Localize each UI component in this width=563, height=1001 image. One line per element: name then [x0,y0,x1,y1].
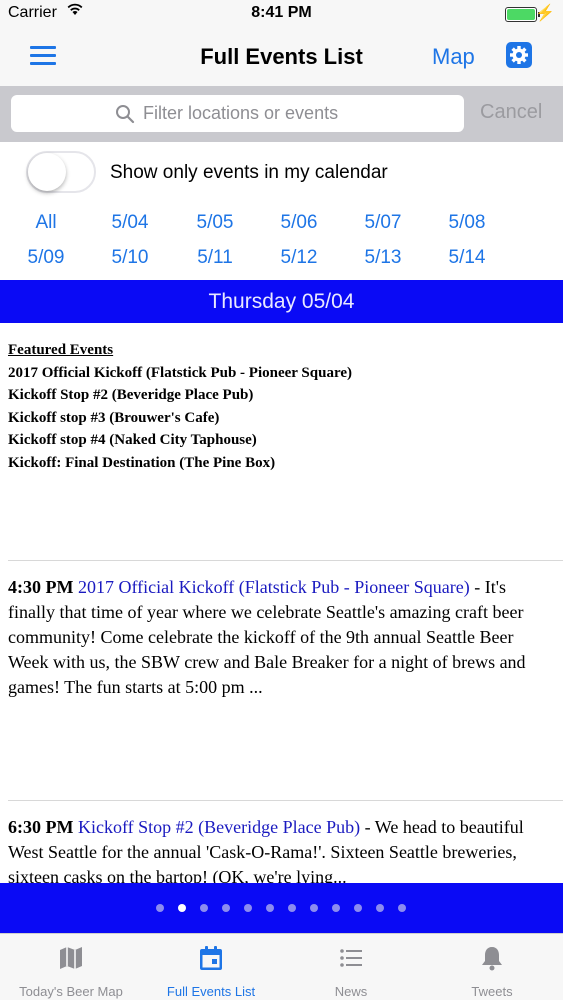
featured-item[interactable]: Kickoff stop #4 (Naked City Taphouse) [8,429,548,452]
page-dot[interactable] [200,904,208,912]
event-title-link[interactable]: Kickoff Stop #2 (Beveridge Place Pub) [78,817,360,837]
search-field[interactable] [11,95,464,132]
date-option[interactable]: 5/04 [88,212,172,234]
charging-icon: ⚡ [535,5,555,22]
featured-item[interactable]: Kickoff Stop #2 (Beveridge Place Pub) [8,384,548,407]
featured-item[interactable]: Kickoff: Final Destination (The Pine Box… [8,452,548,475]
divider [8,800,563,801]
page-dot[interactable] [244,904,252,912]
page-dot[interactable] [398,904,406,912]
calendar-filter-row: Show only events in my calendar [0,142,563,204]
featured-events: Featured Events 2017 Official Kickoff (F… [8,339,548,474]
date-all[interactable]: All [4,212,88,234]
event-item: 6:30 PM Kickoff Stop #2 (Beveridge Place… [8,815,553,883]
bell-icon [478,944,506,972]
featured-item[interactable]: Kickoff stop #3 (Brouwer's Cafe) [8,407,548,430]
events-list[interactable]: Featured Events 2017 Official Kickoff (F… [0,323,563,883]
date-selector: All 5/04 5/05 5/06 5/07 5/08 5/09 5/10 5… [0,204,563,280]
featured-item[interactable]: 2017 Official Kickoff (Flatstick Pub - P… [8,362,548,385]
map-button[interactable]: Map [432,44,475,70]
calendar-filter-label: Show only events in my calendar [110,162,388,183]
date-option[interactable]: 5/14 [425,247,509,269]
search-input[interactable] [143,95,458,132]
search-bar: Cancel [0,86,563,142]
page-dot[interactable] [156,904,164,912]
day-header: Thursday 05/04 [0,280,563,323]
page-dot[interactable] [354,904,362,912]
page-dot[interactable] [332,904,340,912]
event-time: 4:30 PM [8,577,74,597]
date-option[interactable]: 5/11 [173,247,257,269]
tab-bar: Today's Beer Map Full Events List News T… [0,933,563,1000]
page-dot-active[interactable] [178,904,186,912]
event-time: 6:30 PM [8,817,74,837]
tab-tweets[interactable]: Tweets [422,934,562,1001]
calendar-filter-toggle[interactable] [26,151,96,193]
tab-todays-beer-map[interactable]: Today's Beer Map [1,934,141,1001]
gear-icon[interactable] [505,41,533,74]
status-bar: Carrier 8:41 PM ⚡ [0,0,563,28]
menu-icon[interactable] [30,46,56,66]
clock: 8:41 PM [251,4,312,21]
tab-label: News [334,984,368,999]
calendar-icon [197,944,225,972]
list-icon [337,944,365,972]
page-dot[interactable] [310,904,318,912]
tab-label: Today's Beer Map [19,984,123,999]
tab-label: Tweets [471,984,513,999]
page-dot[interactable] [266,904,274,912]
date-option[interactable]: 5/06 [257,212,341,234]
search-icon [115,104,135,129]
date-option[interactable]: 5/05 [173,212,257,234]
event-title-link[interactable]: 2017 Official Kickoff (Flatstick Pub - P… [78,577,470,597]
date-option[interactable]: 5/13 [341,247,425,269]
event-item: 4:30 PM 2017 Official Kickoff (Flatstick… [8,575,553,700]
tab-full-events-list[interactable]: Full Events List [141,934,281,1001]
navigation-bar: Full Events List Map [0,28,563,86]
cancel-button[interactable]: Cancel [480,101,542,124]
date-option[interactable]: 5/12 [257,247,341,269]
battery-icon [505,7,540,22]
page-indicator [0,883,563,933]
page-dot[interactable] [376,904,384,912]
date-option[interactable]: 5/07 [341,212,425,234]
date-option[interactable]: 5/09 [4,247,88,269]
date-option[interactable]: 5/08 [425,212,509,234]
divider [8,560,563,561]
featured-heading: Featured Events [8,342,114,358]
page-dot[interactable] [222,904,230,912]
tab-label: Full Events List [166,984,256,999]
page-title: Full Events List [200,44,363,69]
tab-news[interactable]: News [281,934,421,1001]
map-icon [57,944,85,972]
page-dot[interactable] [288,904,296,912]
date-option[interactable]: 5/10 [88,247,172,269]
